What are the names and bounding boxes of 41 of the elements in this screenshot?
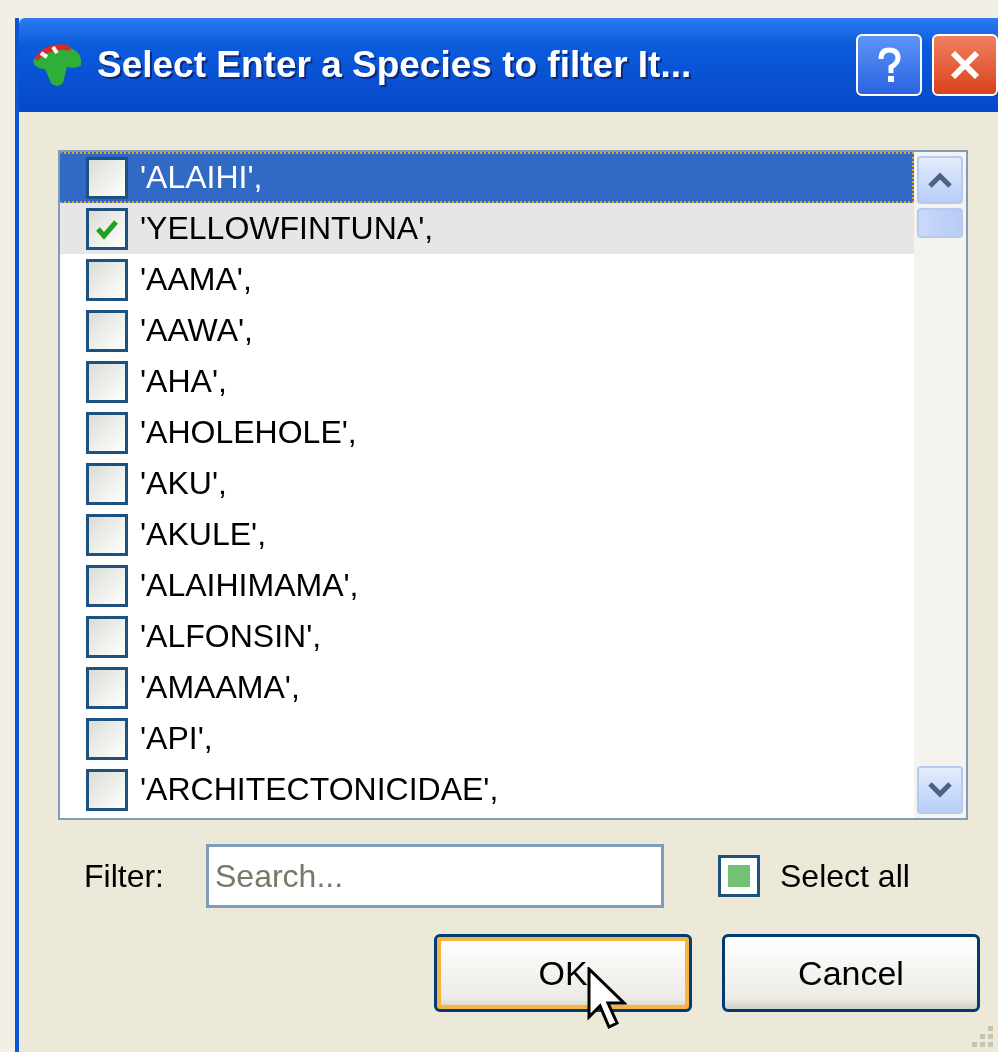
list-item[interactable]: 'AAMA', xyxy=(60,254,914,305)
dialog-button[interactable]: Cancel xyxy=(722,934,980,1012)
checkbox[interactable] xyxy=(86,615,128,658)
checkbox[interactable] xyxy=(86,462,128,505)
list-item[interactable]: 'ALFONSIN', xyxy=(60,611,914,662)
scroll-up-button[interactable] xyxy=(917,156,963,204)
checkbox[interactable] xyxy=(86,207,128,250)
window-title: Select Enter a Species to filter It... xyxy=(97,44,693,86)
checkbox[interactable] xyxy=(86,513,128,556)
checkbox[interactable] xyxy=(86,717,128,760)
checkbox[interactable] xyxy=(86,258,128,301)
filter-label: Filter: xyxy=(84,857,165,895)
checkbox[interactable] xyxy=(86,564,128,607)
list-item[interactable]: 'AKULE', xyxy=(60,509,914,560)
list-item[interactable]: 'ALAIHIMAMA', xyxy=(60,560,914,611)
resize-grip-icon[interactable] xyxy=(970,1024,994,1048)
select-all-label: Select all xyxy=(780,857,910,895)
list-item[interactable]: 'AHA', xyxy=(60,356,914,407)
scroll-down-button[interactable] xyxy=(917,766,963,814)
list-item[interactable]: 'AHOLEHOLE', xyxy=(60,407,914,458)
list-item[interactable]: 'YELLOWFINTUNA', xyxy=(60,203,914,254)
checkbox[interactable] xyxy=(86,360,128,403)
scroll-thumb[interactable] xyxy=(917,208,963,238)
checkbox[interactable] xyxy=(86,666,128,709)
list-item[interactable]: 'AMAAMA', xyxy=(60,662,914,713)
chevron-down-icon xyxy=(925,780,955,800)
search-field[interactable]: Search... xyxy=(206,844,664,908)
checkbox[interactable] xyxy=(86,309,128,352)
close-button[interactable] xyxy=(932,34,998,96)
select-all-checkbox[interactable] xyxy=(718,855,760,897)
list-item[interactable]: 'API', xyxy=(60,713,914,764)
help-button[interactable] xyxy=(856,34,922,96)
mouse-pointer-icon xyxy=(587,967,627,1031)
checkbox[interactable] xyxy=(86,156,128,199)
checkbox[interactable] xyxy=(86,411,128,454)
list-item[interactable]: 'AKU', xyxy=(60,458,914,509)
list-item[interactable]: 'ARCHITECTONICIDAE', xyxy=(60,764,914,815)
checkbox[interactable] xyxy=(86,768,128,811)
list-item[interactable]: 'ALAIHI', xyxy=(60,152,914,203)
scrollbar[interactable] xyxy=(914,152,966,818)
list-item[interactable]: 'AAWA', xyxy=(60,305,914,356)
